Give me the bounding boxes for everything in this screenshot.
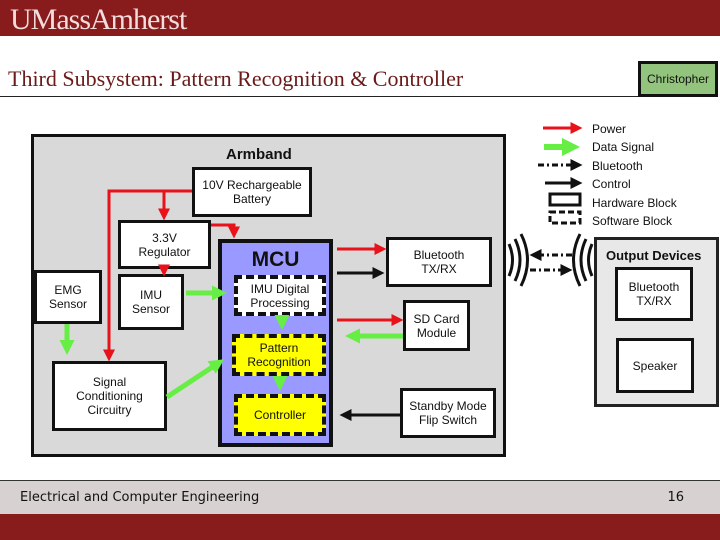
speaker-block: Speaker [616,338,694,393]
sd-card-block: SD Card Module [403,300,470,351]
legend-swatches [538,122,583,225]
battery-label: 10V Rechargeable Battery [202,178,302,206]
legend-software-block: Software Block [592,214,673,228]
pattern-recognition-label: Pattern Recognition [247,341,311,369]
page-number: 16 [667,490,684,505]
output-bluetooth-block: Bluetooth TX/RX [615,267,693,321]
standby-switch-block: Standby Mode Flip Switch [400,388,496,438]
emg-sensor-block: EMG Sensor [34,270,102,324]
controller-block: Controller [234,394,326,436]
header-bar: UMassAmherst [0,0,720,36]
bluetooth-label: Bluetooth TX/RX [413,248,465,276]
footer-department: Electrical and Computer Engineering [20,490,260,505]
legend-control: Control [592,177,631,191]
imu-processing-block: IMU Digital Processing [234,275,326,316]
pattern-recognition-block: Pattern Recognition [232,334,326,376]
regulator-label: 3.3V Regulator [138,230,191,259]
wave-left-icon [507,243,514,277]
legend-data-signal: Data Signal [592,140,655,154]
armband-label: Armband [226,146,292,163]
bottom-bar [0,514,720,540]
bluetooth-wireless-link [507,233,594,287]
legend-software-swatch [548,210,582,225]
mcu-label: MCU [251,248,300,271]
imu-label: IMU Sensor [131,288,171,316]
slide-title: Third Subsystem: Pattern Recognition & C… [8,66,464,91]
title-divider [0,96,640,97]
regulator-block: 3.3V Regulator [118,220,211,269]
wave-right-icon [587,243,594,277]
imu-sensor-block: IMU Sensor [118,274,184,330]
controller-label: Controller [253,408,307,422]
legend-hardware-swatch [548,192,582,207]
signal-conditioning-block: Signal Conditioning Circuitry [52,361,167,431]
sd-card-label: SD Card Module [413,311,460,340]
output-devices-label: Output Devices [606,248,702,263]
speaker-label: Speaker [632,358,678,373]
owner-tag: Christopher [638,61,718,97]
footer-bar: Electrical and Computer Engineering 16 [0,480,720,514]
imu-processing-label: IMU Digital Processing [250,281,310,310]
output-bluetooth-label: Bluetooth TX/RX [628,280,680,308]
legend-hardware-block: Hardware Block [592,196,677,210]
emg-label: EMG Sensor [48,283,88,311]
legend-bluetooth: Bluetooth [592,159,643,173]
signal-conditioning-label: Signal Conditioning Circuitry [76,375,143,417]
brand-logo: UMassAmherst [10,3,187,36]
bluetooth-block: Bluetooth TX/RX [386,237,492,287]
legend-power: Power [592,122,627,136]
battery-block: 10V Rechargeable Battery [192,167,312,217]
standby-switch-label: Standby Mode Flip Switch [409,399,487,427]
